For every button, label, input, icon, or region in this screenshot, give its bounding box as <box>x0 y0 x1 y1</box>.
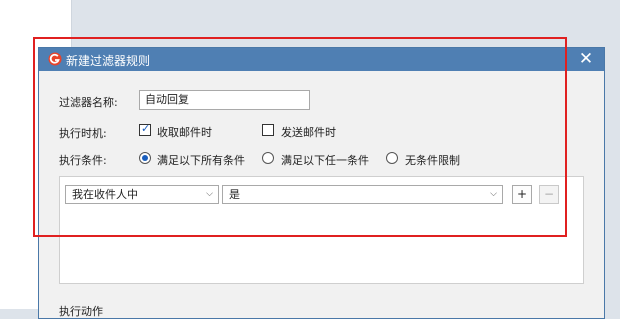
match-all-radio[interactable] <box>139 152 151 164</box>
app-logo-icon <box>48 52 62 66</box>
no-condition-radio[interactable] <box>386 152 398 164</box>
add-condition-button[interactable]: + <box>512 185 532 204</box>
remove-condition-button[interactable]: − <box>539 185 559 204</box>
condition-operator-select[interactable]: 是 ⌵ <box>222 185 503 204</box>
no-condition-label: 无条件限制 <box>405 154 460 167</box>
send-mail-checkbox[interactable] <box>262 124 274 136</box>
dialog-titlebar[interactable]: 新建过滤器规则 ✕ <box>39 48 604 71</box>
chevron-down-icon: ⌵ <box>206 189 213 199</box>
actions-section-label: 执行动作 <box>59 305 103 318</box>
receive-mail-label: 收取邮件时 <box>157 126 212 139</box>
condition-operator-value: 是 <box>229 188 240 201</box>
filter-name-label: 过滤器名称: <box>59 96 118 109</box>
dialog-title: 新建过滤器规则 <box>66 54 151 68</box>
condition-field-select[interactable]: 我在收件人中 ⌵ <box>65 185 219 204</box>
condition-rules-area: 我在收件人中 ⌵ 是 ⌵ + − <box>59 176 584 284</box>
match-all-label: 满足以下所有条件 <box>157 154 245 167</box>
condition-field-value: 我在收件人中 <box>72 188 138 201</box>
receive-mail-checkbox[interactable]: ✓ <box>139 122 151 136</box>
timing-label: 执行时机: <box>59 127 107 140</box>
match-any-radio[interactable] <box>262 152 274 164</box>
send-mail-label: 发送邮件时 <box>281 126 336 139</box>
close-button[interactable]: ✕ <box>568 48 604 71</box>
chevron-down-icon: ⌵ <box>490 189 497 199</box>
match-any-label: 满足以下任一条件 <box>281 154 369 167</box>
condition-label: 执行条件: <box>59 154 107 167</box>
new-filter-rule-dialog: 新建过滤器规则 ✕ 过滤器名称: 自动回复 执行时机: ✓ 收取邮件时 发送邮件… <box>38 47 605 319</box>
filter-name-input[interactable]: 自动回复 <box>139 90 310 110</box>
